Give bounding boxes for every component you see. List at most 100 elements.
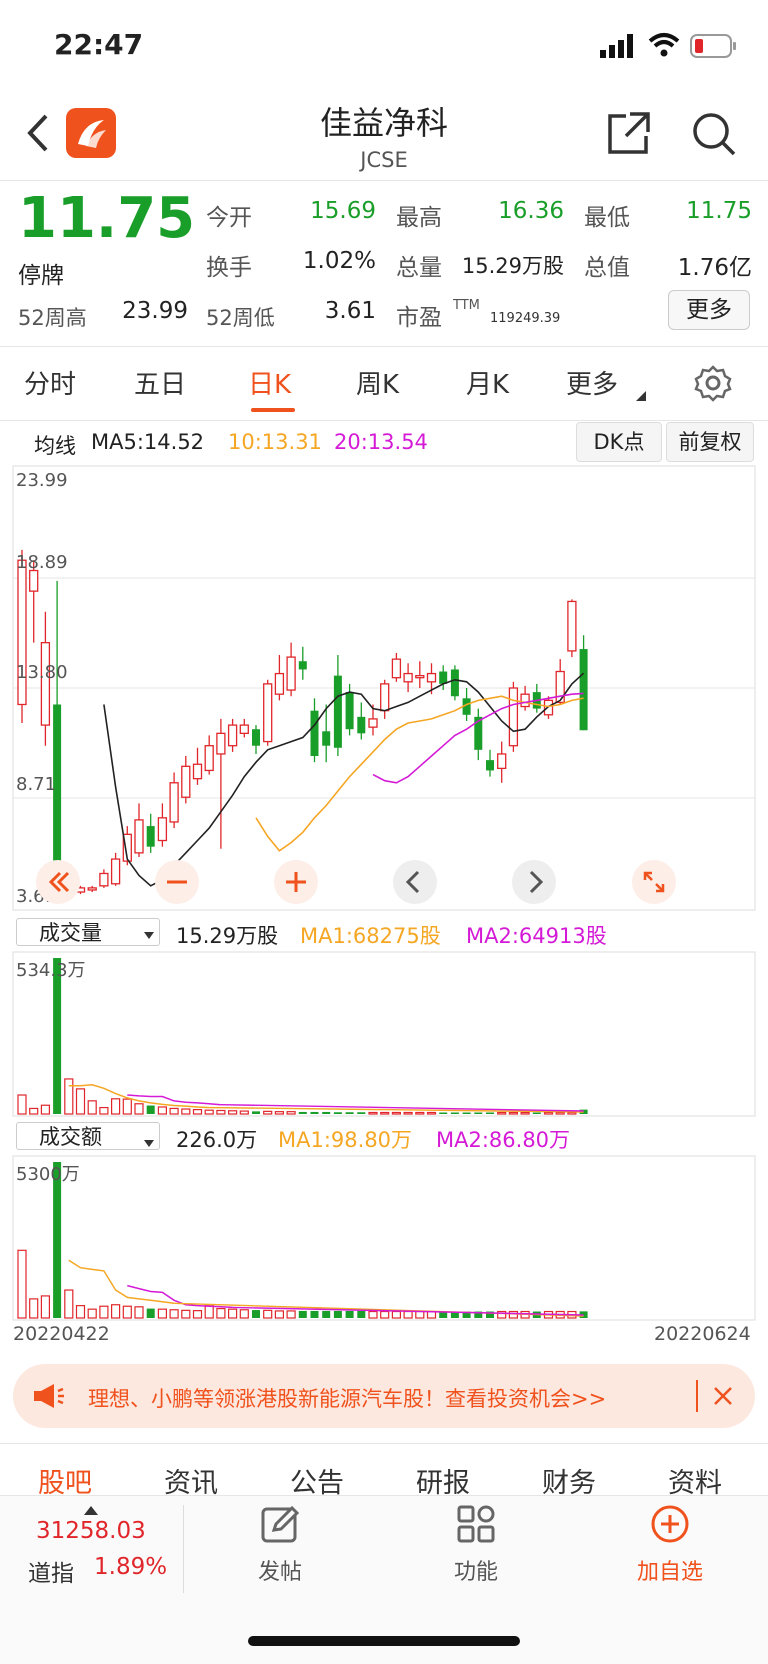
volume-bar bbox=[99, 1106, 109, 1115]
index-value[interactable]: 31258.03 bbox=[36, 1518, 146, 1544]
index-change[interactable]: 1.89% bbox=[94, 1554, 167, 1580]
volume-bar bbox=[228, 1110, 238, 1115]
candle-body bbox=[310, 710, 319, 757]
rewind-icon[interactable] bbox=[36, 860, 80, 908]
volume-ma2: MA2:64913股 bbox=[466, 924, 607, 948]
candle-body bbox=[426, 672, 437, 683]
volume-bar bbox=[497, 1111, 507, 1115]
candle-body bbox=[345, 692, 354, 730]
candle-body bbox=[450, 669, 459, 697]
candle-body bbox=[29, 569, 39, 592]
volume-bar bbox=[426, 1111, 437, 1115]
volume-bar bbox=[298, 1111, 307, 1114]
candle-body bbox=[368, 718, 378, 728]
volume-bar bbox=[391, 1111, 401, 1115]
volume-axis-max: 534.3万 bbox=[16, 960, 86, 981]
volume-bar bbox=[17, 1094, 27, 1115]
volume-bar bbox=[508, 1111, 518, 1115]
volume-bar bbox=[40, 1104, 51, 1115]
zoom-out-icon[interactable] bbox=[155, 860, 199, 908]
volume-bar bbox=[134, 1103, 144, 1115]
candle-body bbox=[380, 683, 390, 712]
volume-bar bbox=[263, 1110, 273, 1115]
date-end: 20220624 bbox=[654, 1323, 751, 1345]
amount-bar bbox=[322, 1310, 331, 1318]
volume-bar bbox=[110, 1098, 121, 1115]
post-icon[interactable] bbox=[260, 1504, 300, 1548]
y-tick-label: 8.71 bbox=[16, 774, 57, 795]
amount-ma1: MA1:98.80万 bbox=[278, 1128, 413, 1152]
candle-body bbox=[192, 763, 203, 780]
candle-body bbox=[391, 658, 402, 679]
volume-bar bbox=[29, 1107, 39, 1115]
volume-bar bbox=[368, 1111, 378, 1115]
volume-bar bbox=[520, 1111, 530, 1115]
fullscreen-icon[interactable] bbox=[632, 860, 676, 908]
amount-bar bbox=[391, 1310, 401, 1319]
chevron-down-icon bbox=[144, 925, 154, 944]
y-tick-label: 18.89 bbox=[16, 552, 68, 573]
candle-body bbox=[99, 872, 109, 887]
amount-bar bbox=[110, 1304, 121, 1319]
amount-bar bbox=[345, 1310, 354, 1318]
candle-body bbox=[497, 753, 507, 770]
post-label[interactable]: 发帖 bbox=[220, 1554, 340, 1586]
chevron-down-icon bbox=[144, 1133, 154, 1152]
amount-bar bbox=[17, 1249, 27, 1319]
amount-bar bbox=[169, 1309, 179, 1319]
volume-bar bbox=[286, 1111, 296, 1115]
candle-body bbox=[274, 672, 285, 695]
amount-bar bbox=[368, 1310, 378, 1319]
volume-bar bbox=[87, 1100, 97, 1115]
volume-bar bbox=[181, 1108, 191, 1115]
amount-bar bbox=[122, 1305, 132, 1319]
volume-bar bbox=[439, 1112, 448, 1114]
candle-body bbox=[252, 729, 260, 746]
candle-body bbox=[286, 656, 296, 691]
volume-bar bbox=[310, 1111, 319, 1114]
amount-bar bbox=[403, 1310, 413, 1319]
amount-bar bbox=[333, 1310, 342, 1318]
home-indicator bbox=[248, 1636, 520, 1646]
next-icon[interactable] bbox=[512, 860, 556, 908]
close-icon[interactable] bbox=[711, 1384, 735, 1412]
function-label[interactable]: 功能 bbox=[416, 1554, 536, 1586]
amount-bar bbox=[192, 1310, 203, 1319]
add-watchlist-icon[interactable] bbox=[650, 1504, 690, 1548]
amount-bar bbox=[40, 1295, 51, 1319]
volume-bar bbox=[169, 1107, 179, 1115]
volume-bar bbox=[75, 1088, 86, 1115]
add-watchlist-label[interactable]: 加自选 bbox=[610, 1554, 730, 1586]
volume-bar bbox=[333, 1112, 342, 1114]
amount-selector[interactable]: 成交额 bbox=[16, 1122, 160, 1150]
candle-body bbox=[216, 732, 226, 755]
zoom-in-icon[interactable] bbox=[274, 860, 318, 908]
banner-text[interactable]: 理想、小鹏等领涨港股新能源汽车股！查看投资机会>> bbox=[88, 1383, 606, 1413]
amount-bar bbox=[216, 1307, 226, 1319]
function-grid-icon[interactable] bbox=[456, 1504, 496, 1548]
volume-bar bbox=[64, 1078, 74, 1115]
index-name[interactable]: 道指 bbox=[28, 1554, 74, 1588]
volume-bar bbox=[322, 1111, 331, 1114]
amount-ma2: MA2:86.80万 bbox=[436, 1128, 571, 1152]
amount-bar bbox=[239, 1309, 249, 1319]
amount-bar bbox=[263, 1309, 273, 1319]
amount-bar bbox=[426, 1310, 437, 1319]
previous-icon[interactable] bbox=[393, 860, 437, 908]
amount-bar bbox=[157, 1308, 167, 1319]
volume-chart-frame bbox=[12, 951, 756, 1117]
volume-bar bbox=[122, 1098, 132, 1115]
amount-bar bbox=[415, 1310, 425, 1319]
amount-bar bbox=[228, 1308, 238, 1319]
candle-body bbox=[579, 649, 588, 731]
volume-bar bbox=[239, 1110, 249, 1115]
amount-bar bbox=[286, 1310, 296, 1319]
candle-body bbox=[181, 765, 191, 798]
volume-bar bbox=[555, 1111, 565, 1115]
volume-bar bbox=[274, 1111, 284, 1115]
candle-body bbox=[508, 687, 519, 747]
candle-body bbox=[157, 817, 168, 842]
volume-selector[interactable]: 成交量 bbox=[16, 918, 160, 946]
amount-bar bbox=[146, 1308, 155, 1318]
volume-bar bbox=[157, 1106, 167, 1115]
